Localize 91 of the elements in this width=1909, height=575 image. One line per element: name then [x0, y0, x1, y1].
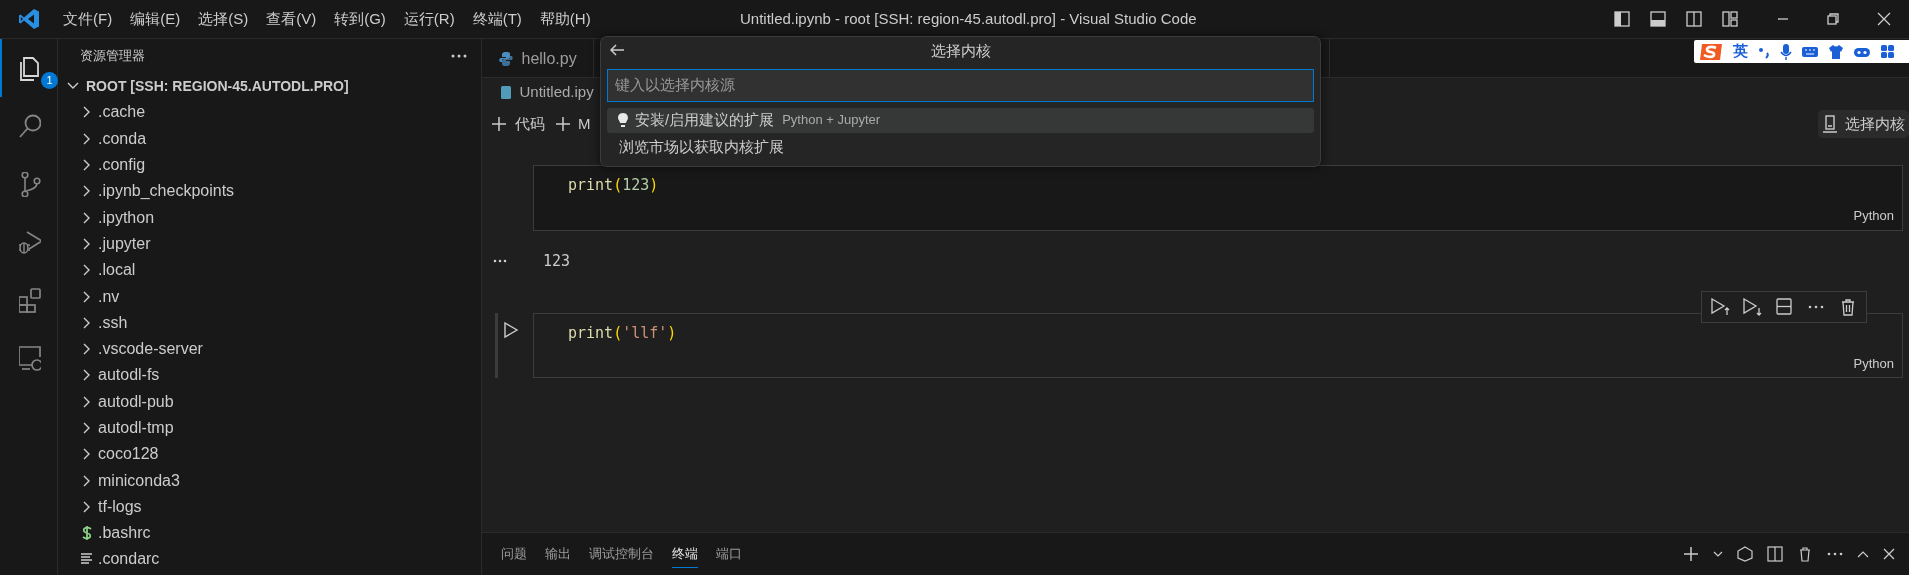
- restore-icon[interactable]: [1827, 13, 1839, 25]
- notification-badge: 1: [41, 72, 58, 89]
- maximize-icon[interactable]: [1857, 550, 1869, 558]
- panel-tab[interactable]: 问题: [501, 539, 527, 569]
- cell-language[interactable]: Python: [1853, 355, 1894, 371]
- menu-item[interactable]: 终端(T): [463, 7, 531, 31]
- split-cell-icon[interactable]: [1774, 296, 1794, 317]
- tree-item[interactable]: miniconda3: [58, 467, 481, 494]
- tree-item[interactable]: coco128: [58, 441, 481, 468]
- tree-item[interactable]: .ssh: [58, 309, 481, 336]
- text-file-icon: [80, 552, 94, 567]
- tree-root[interactable]: ROOT [SSH: REGION-45.AUTODL.PRO]: [58, 73, 481, 100]
- menu-item[interactable]: 帮助(H): [530, 7, 600, 31]
- extensions-icon[interactable]: [19, 287, 41, 313]
- run-below-icon[interactable]: [1742, 296, 1762, 317]
- layout-icon[interactable]: [1721, 10, 1739, 28]
- more-icon[interactable]: [451, 54, 467, 58]
- breadcrumb[interactable]: Untitled.ipy: [519, 80, 594, 104]
- run-debug-icon[interactable]: [19, 229, 41, 255]
- add-cell-button[interactable]: 代码: [488, 110, 548, 138]
- quick-pick-title: 选择内核: [930, 40, 991, 61]
- tree-item[interactable]: autodl-pub: [58, 388, 481, 415]
- menu-item[interactable]: 运行(R): [394, 7, 464, 31]
- tree-item[interactable]: tf-logs: [58, 493, 481, 521]
- tree-item[interactable]: .condarc: [58, 546, 481, 573]
- split-icon[interactable]: [1767, 546, 1783, 562]
- shirt-icon[interactable]: [1828, 43, 1844, 60]
- code-line: print(123): [567, 175, 660, 196]
- menu-item[interactable]: 转到(G): [325, 7, 395, 31]
- editor-tab[interactable]: hello.py: [482, 39, 594, 78]
- panel-toggle-icon[interactable]: [1649, 10, 1667, 28]
- tree-item[interactable]: .bashrc: [58, 520, 481, 547]
- panel-tab[interactable]: 输出: [545, 539, 571, 569]
- code-cell[interactable]: print(123) Python: [533, 165, 1903, 231]
- tree-item[interactable]: .local: [58, 257, 481, 284]
- ime-mode-label[interactable]: 英: [1733, 40, 1748, 63]
- menu-item[interactable]: 文件(F): [54, 7, 122, 31]
- panel-tab[interactable]: 端口: [716, 539, 742, 569]
- more-icon[interactable]: [1827, 552, 1843, 556]
- server-icon: [1821, 115, 1838, 133]
- close-icon[interactable]: [1877, 12, 1891, 26]
- tree-item[interactable]: .vscode-server: [58, 335, 481, 363]
- back-arrow-icon: [609, 43, 625, 57]
- play-icon: [503, 320, 519, 339]
- app-logo-icon: [18, 8, 40, 30]
- menu-item[interactable]: 编辑(E): [121, 7, 190, 31]
- code-line: print('llf'): [567, 322, 678, 344]
- tree-item[interactable]: .jupyter: [58, 230, 481, 258]
- search-icon[interactable]: [19, 113, 41, 139]
- tree-item[interactable]: .conda: [58, 125, 481, 152]
- menu-item[interactable]: 选择(S): [189, 7, 258, 31]
- tree-item[interactable]: .ipython: [58, 204, 481, 231]
- explorer-title: 资源管理器: [80, 47, 145, 66]
- kernel-button[interactable]: 选择内核: [1817, 109, 1909, 139]
- split-layout-icon[interactable]: [1685, 10, 1703, 28]
- lightbulb-icon: [617, 112, 629, 128]
- kernel-source-input[interactable]: 键入以选择内核源: [607, 69, 1314, 102]
- keyboard-icon[interactable]: [1801, 44, 1819, 59]
- cell-output: 123: [543, 250, 571, 272]
- microphone-icon[interactable]: [1780, 42, 1792, 61]
- tree-item[interactable]: autodl-fs: [58, 362, 481, 389]
- sidebar-toggle-icon[interactable]: [1613, 10, 1631, 28]
- dollar-icon: [80, 525, 94, 542]
- plus-icon: [554, 116, 571, 132]
- python-icon: [498, 50, 514, 67]
- panel-tab[interactable]: 调试控制台: [589, 539, 654, 569]
- tree-item[interactable]: .cache: [58, 99, 481, 126]
- plus-icon: [491, 116, 507, 132]
- explorer-icon[interactable]: [19, 55, 41, 81]
- notebook-icon: [500, 84, 512, 100]
- tree-item[interactable]: .ipynb_checkpoints: [58, 178, 481, 205]
- source-control-icon[interactable]: [19, 171, 41, 197]
- window-title: Untitled.ipynb - root [SSH: region-45.autodl.pro] - Visual Studio Code: [740, 8, 1197, 29]
- output-more-icon[interactable]: [493, 259, 507, 263]
- quick-pick-item[interactable]: 浏览市场以获取内核扩展: [607, 134, 1314, 160]
- tree-item[interactable]: .nv: [58, 283, 481, 310]
- delete-icon[interactable]: [1797, 546, 1813, 562]
- code-cell[interactable]: print('llf') Python: [533, 312, 1903, 378]
- panel-tab[interactable]: 终端: [672, 539, 698, 569]
- caret-icon[interactable]: [1713, 551, 1723, 557]
- remote-explorer-icon[interactable]: [19, 345, 41, 371]
- plus-icon[interactable]: [1683, 546, 1699, 562]
- quick-pick-item[interactable]: 安装/启用建议的扩展 Python + Jupyter: [607, 107, 1314, 133]
- close-icon[interactable]: [1883, 548, 1895, 560]
- run-above-icon[interactable]: [1710, 296, 1730, 317]
- grid-icon[interactable]: [1880, 44, 1895, 59]
- tree-item[interactable]: .config: [58, 151, 481, 179]
- menu-item[interactable]: 查看(V): [257, 7, 326, 31]
- cell-language[interactable]: Python: [1853, 208, 1894, 223]
- add-cell-button[interactable]: M: [551, 110, 594, 138]
- tree-item[interactable]: autodl-tmp: [58, 414, 481, 442]
